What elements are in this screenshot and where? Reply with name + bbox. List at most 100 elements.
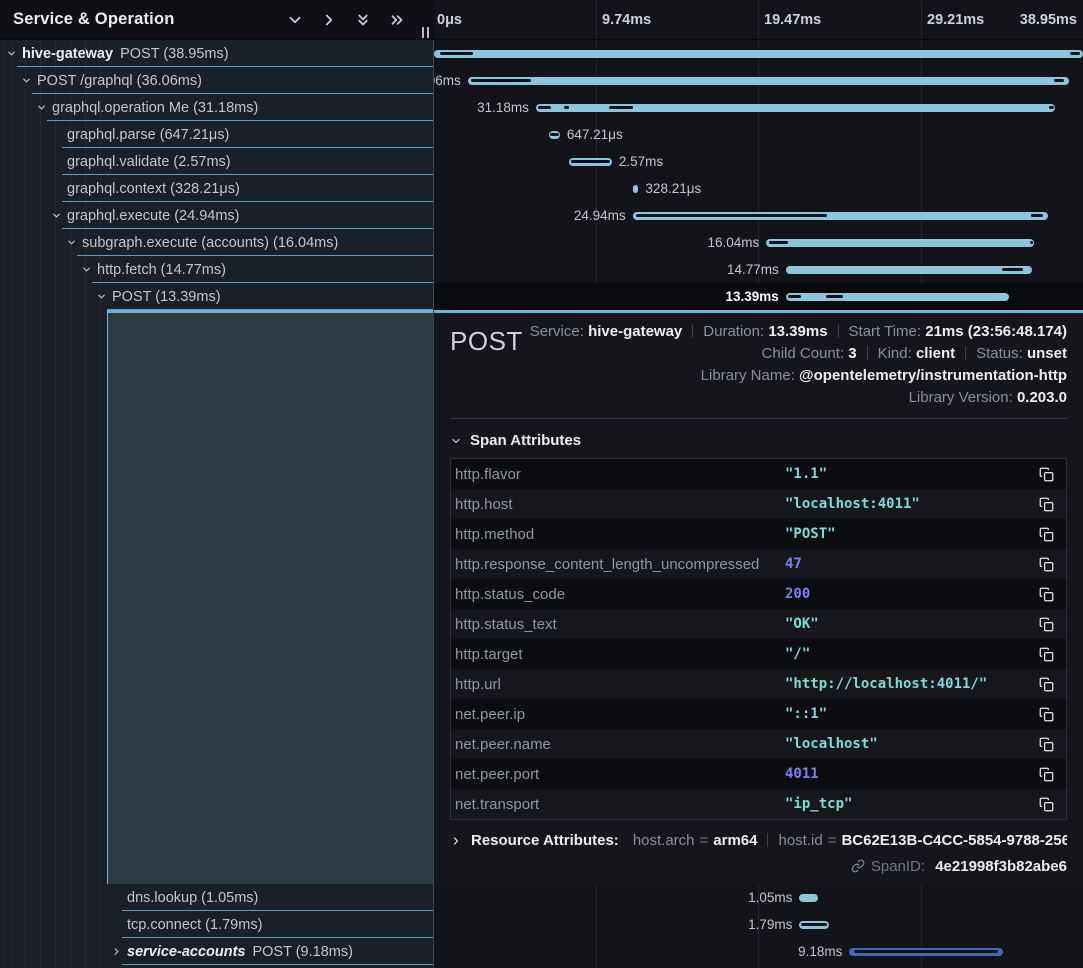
span-row[interactable]: tcp.connect (1.79ms)1.79ms bbox=[0, 911, 1083, 938]
span-bar-cell[interactable]: 16.04ms bbox=[434, 229, 1083, 256]
span-bar-cell[interactable] bbox=[434, 40, 1083, 67]
timeline-tick-label: 29.21ms bbox=[927, 0, 984, 40]
collapse-chevron-icon[interactable] bbox=[96, 291, 107, 302]
span-row[interactable]: graphql.validate (2.57ms) 2.57ms bbox=[0, 148, 1083, 175]
span-row[interactable]: graphql.context (328.21μs)328.21μs bbox=[0, 175, 1083, 202]
span-name-cell[interactable]: dns.lookup (1.05ms) bbox=[0, 884, 434, 911]
copy-icon[interactable] bbox=[1039, 617, 1054, 632]
meta-label: Service: bbox=[530, 323, 588, 340]
copy-icon[interactable] bbox=[1039, 707, 1054, 722]
span-bar-cell[interactable]: 31.18ms bbox=[434, 94, 1083, 121]
meta-value: 0.203.0 bbox=[1017, 389, 1067, 406]
resource-key: host.arch bbox=[633, 832, 695, 849]
span-row[interactable]: service-accountsPOST (9.18ms)9.18ms bbox=[0, 938, 1083, 965]
copy-icon[interactable] bbox=[1039, 497, 1054, 512]
span-bar-cell[interactable]: 9.18ms bbox=[434, 938, 1083, 965]
span-name-cell[interactable]: tcp.connect (1.79ms) bbox=[0, 911, 434, 938]
attribute-row: http.status_code 200 bbox=[451, 579, 1066, 609]
copy-icon[interactable] bbox=[1039, 647, 1054, 662]
collapse-chevron-icon[interactable] bbox=[51, 210, 62, 221]
span-bar-cell[interactable]: 36.06ms bbox=[434, 67, 1083, 94]
span-name-cell[interactable]: graphql.execute (24.94ms) bbox=[0, 202, 434, 229]
span-row[interactable]: POST /graphql (36.06ms)36.06ms bbox=[0, 67, 1083, 94]
splitter-grip[interactable] bbox=[422, 27, 429, 38]
span-bar[interactable] bbox=[786, 266, 1032, 274]
collapse-chevron-icon[interactable] bbox=[81, 264, 92, 275]
span-bar-cell[interactable]: 14.77ms bbox=[434, 256, 1083, 283]
copy-icon[interactable] bbox=[1039, 677, 1054, 692]
span-duration-label: 2.57ms bbox=[619, 148, 663, 175]
span-name-cell[interactable]: subgraph.execute (accounts) (16.04ms) bbox=[0, 229, 434, 256]
child-span-tick bbox=[440, 52, 472, 55]
span-bar-cell[interactable]: 24.94ms bbox=[434, 202, 1083, 229]
span-name-cell[interactable]: graphql.validate (2.57ms) bbox=[0, 148, 434, 175]
meta-line: Library Name: @opentelemetry/instrumenta… bbox=[530, 365, 1067, 387]
span-bar-cell[interactable]: 2.57ms bbox=[434, 148, 1083, 175]
span-bar[interactable] bbox=[633, 212, 1048, 220]
span-row[interactable]: subgraph.execute (accounts) (16.04ms)16.… bbox=[0, 229, 1083, 256]
span-name-cell[interactable]: http.fetch (14.77ms) bbox=[0, 256, 434, 283]
span-bar[interactable] bbox=[549, 131, 560, 139]
copy-icon[interactable] bbox=[1039, 557, 1054, 572]
span-bar-cell[interactable]: 1.05ms bbox=[434, 884, 1083, 911]
copy-icon[interactable] bbox=[1039, 797, 1054, 812]
span-duration-label: 13.39ms bbox=[725, 283, 778, 310]
span-row[interactable]: graphql.parse (647.21μs)647.21μs bbox=[0, 121, 1083, 148]
span-row[interactable]: graphql.execute (24.94ms)24.94ms bbox=[0, 202, 1083, 229]
span-bar[interactable] bbox=[799, 921, 829, 929]
span-bar[interactable] bbox=[536, 104, 1055, 112]
operation-label: POST (13.39ms) bbox=[112, 289, 221, 305]
span-bar[interactable] bbox=[786, 293, 1009, 301]
span-bar-cell[interactable]: 328.21μs bbox=[434, 175, 1083, 202]
copy-icon[interactable] bbox=[1039, 767, 1054, 782]
span-row[interactable]: POST (13.39ms) 13.39ms bbox=[0, 283, 1083, 310]
span-name-cell[interactable]: graphql.context (328.21μs) bbox=[0, 175, 434, 202]
span-name-cell[interactable]: graphql.parse (647.21μs) bbox=[0, 121, 434, 148]
attribute-value: 4011 bbox=[785, 766, 1039, 782]
chevron-right-icon[interactable] bbox=[320, 11, 338, 29]
collapse-chevron-icon[interactable] bbox=[6, 48, 17, 59]
span-bar[interactable] bbox=[849, 948, 1002, 956]
span-bar-cell[interactable]: 13.39ms bbox=[434, 283, 1083, 310]
resource-attributes-items: host.arch=arm64host.id=BC62E13B-C4CC-585… bbox=[633, 832, 1067, 849]
span-bar[interactable] bbox=[468, 77, 1069, 85]
copy-icon[interactable] bbox=[1039, 467, 1054, 482]
header-bar: Service & Operation 0μs9.74ms19.47ms29.2… bbox=[0, 0, 1083, 40]
span-bar[interactable] bbox=[434, 50, 1083, 58]
attribute-value: "::1" bbox=[785, 706, 1039, 722]
copy-icon[interactable] bbox=[1039, 527, 1054, 542]
link-icon[interactable] bbox=[851, 858, 871, 875]
expand-chevron-icon[interactable] bbox=[111, 946, 122, 957]
span-duration-label: 14.77ms bbox=[727, 256, 779, 283]
double-chevron-right-icon[interactable] bbox=[388, 11, 406, 29]
span-name-cell[interactable]: POST /graphql (36.06ms) bbox=[0, 67, 434, 94]
span-bar-cell[interactable]: 1.79ms bbox=[434, 911, 1083, 938]
span-name-cell[interactable]: hive-gatewayPOST (38.95ms) bbox=[0, 40, 434, 67]
span-row[interactable]: hive-gatewayPOST (38.95ms) bbox=[0, 40, 1083, 67]
span-name-cell[interactable]: service-accountsPOST (9.18ms) bbox=[0, 938, 434, 965]
selected-span-region[interactable] bbox=[107, 310, 433, 884]
meta-label: Child Count: bbox=[762, 345, 849, 362]
span-row[interactable]: http.fetch (14.77ms) 14.77ms bbox=[0, 256, 1083, 283]
collapse-chevron-icon[interactable] bbox=[66, 237, 77, 248]
resource-attributes-row[interactable]: Resource Attributes: host.arch=arm64host… bbox=[450, 832, 1067, 849]
span-bar[interactable] bbox=[799, 894, 817, 902]
double-chevron-down-icon[interactable] bbox=[354, 11, 372, 29]
span-row[interactable]: dns.lookup (1.05ms)1.05ms bbox=[0, 884, 1083, 911]
child-span-tick bbox=[1031, 214, 1043, 217]
span-bar[interactable] bbox=[766, 239, 1033, 247]
copy-icon[interactable] bbox=[1039, 587, 1054, 602]
child-span-tick bbox=[1070, 52, 1080, 55]
chevron-down-icon[interactable] bbox=[286, 11, 304, 29]
collapse-chevron-icon[interactable] bbox=[36, 102, 47, 113]
span-attributes-header[interactable]: Span Attributes bbox=[450, 432, 1067, 449]
span-bar-cell[interactable]: 647.21μs bbox=[434, 121, 1083, 148]
copy-icon[interactable] bbox=[1039, 737, 1054, 752]
span-row[interactable]: graphql.operation Me (31.18ms)31.18ms bbox=[0, 94, 1083, 121]
panel-splitter[interactable] bbox=[433, 0, 434, 968]
span-bar[interactable] bbox=[633, 185, 639, 193]
span-name-cell[interactable]: graphql.operation Me (31.18ms) bbox=[0, 94, 434, 121]
span-name-cell[interactable]: POST (13.39ms) bbox=[0, 283, 434, 310]
collapse-chevron-icon[interactable] bbox=[21, 75, 32, 86]
span-bar[interactable] bbox=[569, 158, 612, 166]
